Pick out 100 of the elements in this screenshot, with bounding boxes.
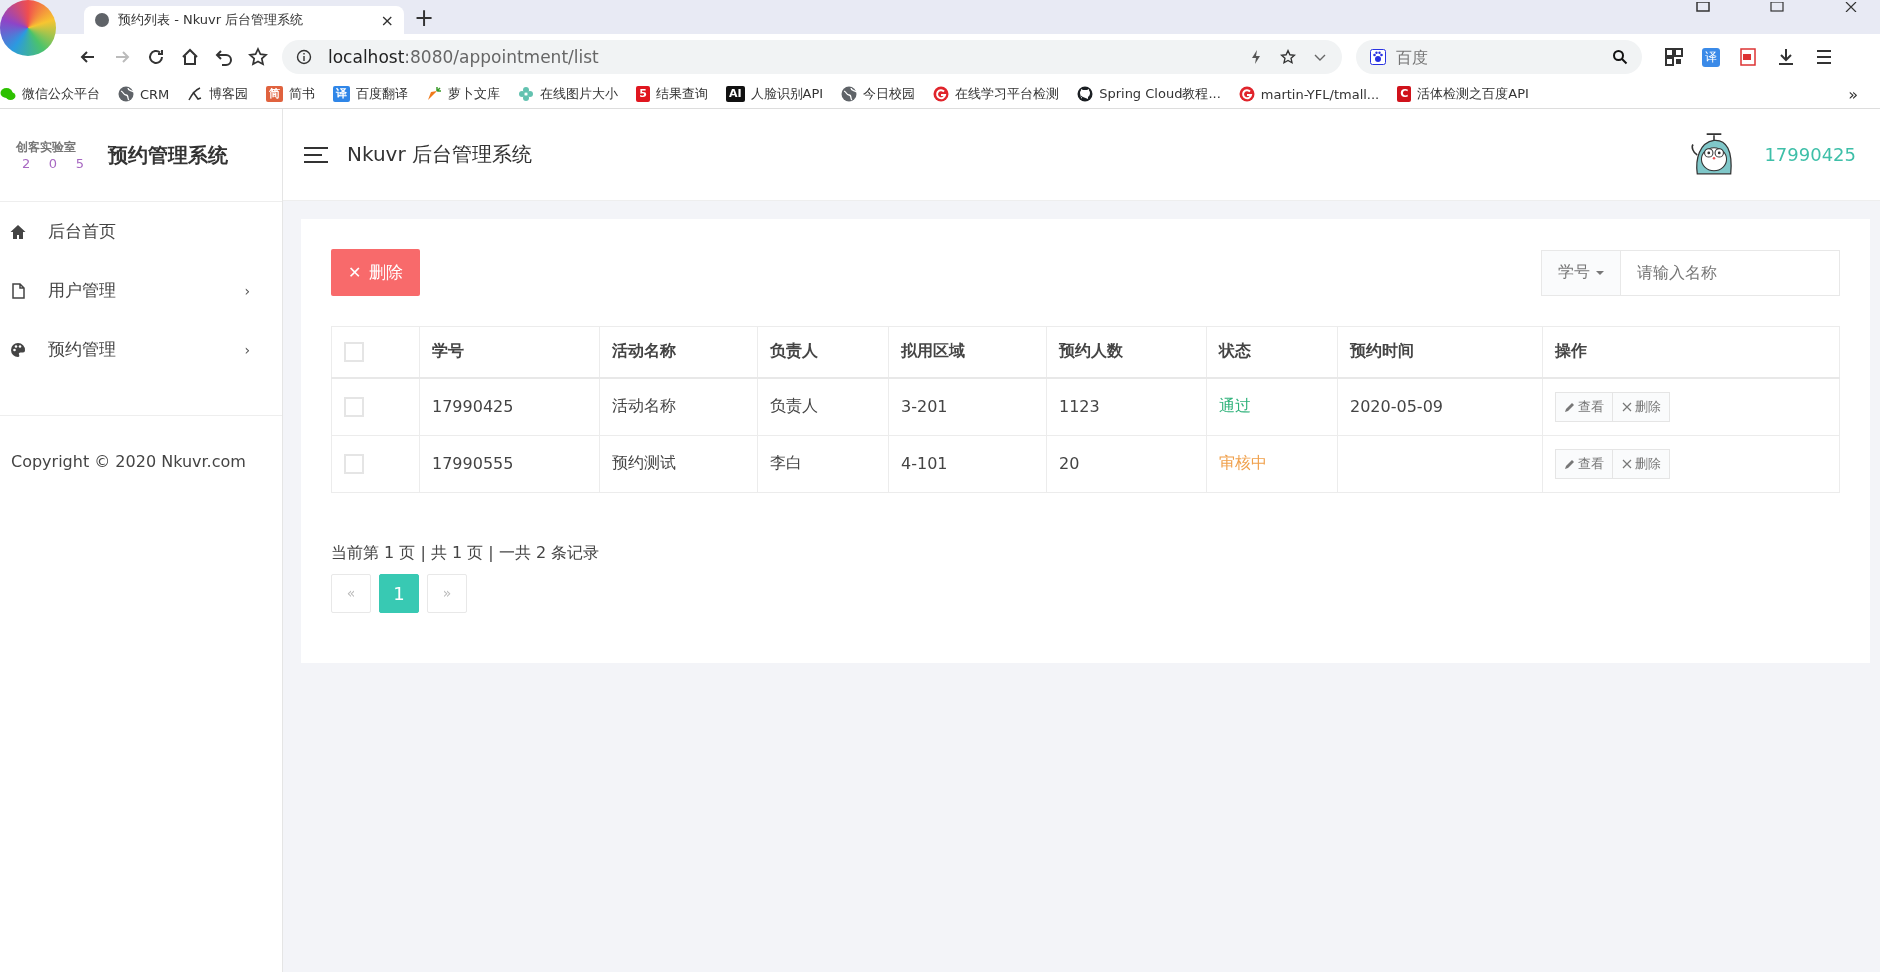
new-tab-button[interactable]: +: [414, 6, 435, 30]
table-cell: 17990425: [419, 377, 600, 435]
address-field[interactable]: localhost:8080/appointment/list: [282, 40, 1342, 74]
delete-button[interactable]: 删除: [1613, 448, 1670, 479]
flower-icon: [518, 86, 535, 102]
pen-icon: [187, 86, 204, 102]
bookmark-link[interactable]: 今日校园: [841, 85, 916, 103]
logo-text: 创客实验室: [16, 139, 77, 156]
more-bookmarks-button[interactable]: »: [1848, 84, 1858, 104]
table-cell: 3-201: [888, 377, 1047, 435]
globe-icon: [841, 86, 858, 102]
x-icon: [1621, 457, 1633, 470]
bookmark-link[interactable]: 萝卜文库: [426, 85, 501, 103]
palette-icon: [10, 341, 26, 358]
qr-code-icon[interactable]: [1664, 47, 1684, 67]
bookmark-link[interactable]: 简 简书: [266, 85, 316, 103]
view-button[interactable]: 查看: [1555, 448, 1613, 479]
logo-digit: 0: [48, 156, 58, 171]
column-header: 学号: [419, 326, 600, 378]
column-header: 拟用区域: [888, 326, 1047, 378]
search-field[interactable]: 百度: [1356, 40, 1642, 74]
table-cell: 20: [1046, 435, 1207, 492]
logo-digit: 2: [22, 156, 31, 171]
ring-logo-icon: [1238, 86, 1255, 102]
bookmark-link[interactable]: CRM: [118, 86, 170, 102]
checkbox[interactable]: [344, 396, 364, 417]
browser-logo-icon: [0, 0, 56, 56]
globe-icon: [118, 86, 134, 102]
table-cell: 4-101: [888, 435, 1047, 492]
column-header: 操作: [1542, 326, 1840, 378]
cat-logo-icon: [1077, 86, 1094, 102]
checkbox[interactable]: [344, 453, 364, 474]
bookmark-badge: 译: [333, 86, 351, 102]
copyright-text: Copyright © 2020 Nkuvr.com: [10, 451, 247, 473]
table-cell: 1123: [1046, 377, 1207, 435]
sidebar-item[interactable]: 后台首页: [0, 202, 282, 261]
chevron-icon: ›: [244, 341, 250, 358]
x-icon: [1621, 400, 1633, 413]
table-cell: 2020-05-09: [1350, 397, 1443, 416]
maximize-icon[interactable]: [1770, 2, 1784, 12]
app-title: 预约管理系统: [108, 141, 228, 169]
download-icon[interactable]: [1776, 47, 1796, 67]
file-icon: [10, 282, 26, 299]
pdf-icon[interactable]: [1738, 47, 1758, 67]
home-icon: [10, 223, 26, 240]
bookmark-badge: 5: [636, 86, 650, 102]
bookmark-link[interactable]: martin-YFL/tmall...: [1238, 86, 1380, 102]
search-input[interactable]: 百度: [1394, 46, 1604, 68]
window-icon[interactable]: [1696, 2, 1710, 12]
sidebar-item[interactable]: 用户管理 ›: [0, 261, 282, 320]
table-cell: 预约测试: [599, 435, 758, 492]
globe-icon: [94, 12, 110, 28]
close-icon[interactable]: [1844, 2, 1858, 12]
checkbox[interactable]: [344, 342, 364, 362]
column-header: 预约人数: [1046, 326, 1207, 378]
search-icon[interactable]: [1612, 49, 1628, 65]
star-icon[interactable]: [1280, 49, 1296, 65]
pencil-icon: [1564, 400, 1576, 413]
bookmark-link[interactable]: 译 百度翻译: [333, 85, 409, 103]
bookmark-link[interactable]: C 活体检测之百度API: [1397, 85, 1529, 103]
menu-icon[interactable]: [1814, 47, 1834, 67]
chat-bubble-icon: [0, 86, 16, 102]
view-button[interactable]: 查看: [1555, 391, 1613, 422]
table-cell: 17990555: [419, 435, 600, 492]
star-icon[interactable]: [248, 47, 268, 67]
delete-button[interactable]: 删除: [1613, 391, 1670, 422]
bookmark-link[interactable]: AI 人脸识别API: [726, 85, 824, 103]
bookmark-link[interactable]: 微信公众平台: [0, 85, 100, 103]
bookmark-badge: AI: [726, 86, 745, 102]
bookmark-link[interactable]: 5 结果查询: [636, 85, 708, 103]
column-header: 负责人: [757, 326, 889, 378]
bookmark-link[interactable]: Spring Cloud教程...: [1077, 85, 1221, 103]
bookmark-link[interactable]: 博客园: [187, 85, 249, 103]
carrot-icon: [426, 86, 443, 102]
paw-icon: [1370, 49, 1386, 65]
logo-digit: 5: [75, 156, 84, 171]
chevron-icon: ›: [244, 282, 250, 299]
translate-button[interactable]: 译: [1702, 47, 1720, 67]
column-header: 活动名称: [599, 326, 758, 378]
bookmark-badge: 简: [266, 86, 284, 102]
bookmark-badge: C: [1397, 86, 1412, 102]
sidebar-item[interactable]: 预约管理 ›: [0, 320, 282, 379]
pagination-summary: 当前第 1 页 | 共 1 页 | 一共 2 条记录: [331, 542, 601, 564]
reload-icon[interactable]: [146, 47, 166, 67]
search-field[interactable]: 请输入名称: [1620, 249, 1840, 296]
ring-logo-icon: [933, 86, 950, 102]
status-text: 审核中: [1219, 453, 1267, 472]
menu-icon[interactable]: [303, 146, 329, 163]
home-icon[interactable]: [180, 47, 200, 67]
info-icon: [296, 49, 312, 65]
bookmark-link[interactable]: 在线学习平台检测: [933, 85, 1060, 103]
close-tab-button[interactable]: ×: [380, 10, 394, 30]
search-type-dropdown[interactable]: 学号: [1541, 249, 1620, 296]
browser-tab[interactable]: 预约列表 - Nkuvr 后台管理系统 ×: [84, 6, 404, 34]
table-cell: 活动名称: [599, 377, 758, 435]
table-cell: 负责人: [757, 377, 889, 435]
page-header-title: Nkuvr 后台管理系统: [347, 141, 533, 168]
undo-icon[interactable]: [214, 47, 234, 67]
table-cell: 李白: [757, 435, 889, 492]
bookmark-link[interactable]: 在线图片大小: [518, 85, 619, 103]
